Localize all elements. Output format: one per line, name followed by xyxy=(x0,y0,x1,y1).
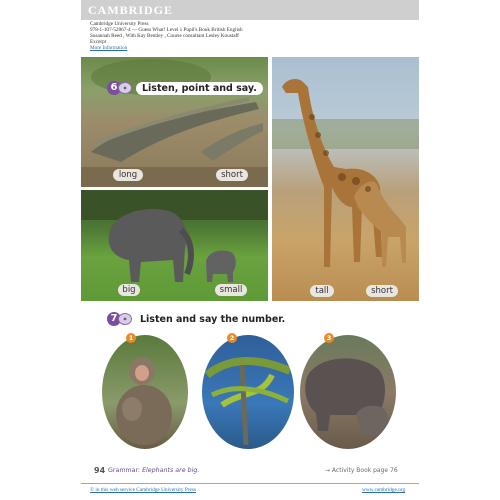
page-number: 94 xyxy=(94,466,106,475)
citation-block: Cambridge University Press 978-1-107-528… xyxy=(90,21,410,51)
header-bar: CAMBRIDGE xyxy=(81,0,419,20)
word-label-short-2: short xyxy=(366,285,398,297)
activity-7-instruction: Listen and say the number. xyxy=(140,313,286,325)
hippos-illustration xyxy=(305,358,389,435)
textbook-page: CAMBRIDGE Cambridge University Press 978… xyxy=(81,0,419,500)
monkeys-illustration xyxy=(116,357,172,445)
giraffes-photo: tall short xyxy=(272,57,419,301)
crocodiles-illustration xyxy=(81,59,268,187)
oval-photo-monkeys xyxy=(102,335,188,449)
grammar-note: Grammar: Elephants are big. xyxy=(108,467,199,474)
giraffes-illustration xyxy=(272,79,419,267)
footer-divider xyxy=(81,483,419,484)
word-label-tall: tall xyxy=(310,285,334,297)
audio-cd-icon[interactable]: ◉ xyxy=(118,82,132,94)
word-label-long: long xyxy=(113,169,143,181)
number-badge-3: 3 xyxy=(324,333,334,343)
activity-book-reference: → Activity Book page 76 xyxy=(325,467,398,474)
oval-photo-hippos xyxy=(300,335,396,449)
crocodiles-photo: 6 ◉ Listen, point and say. long short xyxy=(81,57,268,187)
number-badge-2: 2 xyxy=(227,333,237,343)
number-badge-1: 1 xyxy=(126,333,136,343)
activity-6-heading: 6 ◉ Listen, point and say. xyxy=(107,81,263,95)
audio-cd-icon[interactable]: ◉ xyxy=(118,313,132,325)
activity-6-instruction: Listen, point and say. xyxy=(136,81,263,95)
snakes-illustration xyxy=(204,357,292,446)
brand-logo: CAMBRIDGE xyxy=(88,3,174,17)
word-label-short: short xyxy=(216,169,248,181)
grammar-label: Grammar: xyxy=(108,467,141,474)
more-information-link[interactable]: More Information xyxy=(90,45,410,51)
copyright-link[interactable]: © in this web service Cambridge Universi… xyxy=(90,487,196,493)
word-label-big: big xyxy=(118,284,140,296)
word-label-small: small xyxy=(215,284,247,296)
grammar-example: Elephants are big. xyxy=(142,467,200,474)
oval-photo-snakes xyxy=(202,335,294,449)
cambridge-website-link[interactable]: www.cambridge.org xyxy=(362,487,405,493)
activity-7-heading: 7 ◉ Listen and say the number. xyxy=(107,312,289,326)
elephants-photo: big small xyxy=(81,190,268,301)
